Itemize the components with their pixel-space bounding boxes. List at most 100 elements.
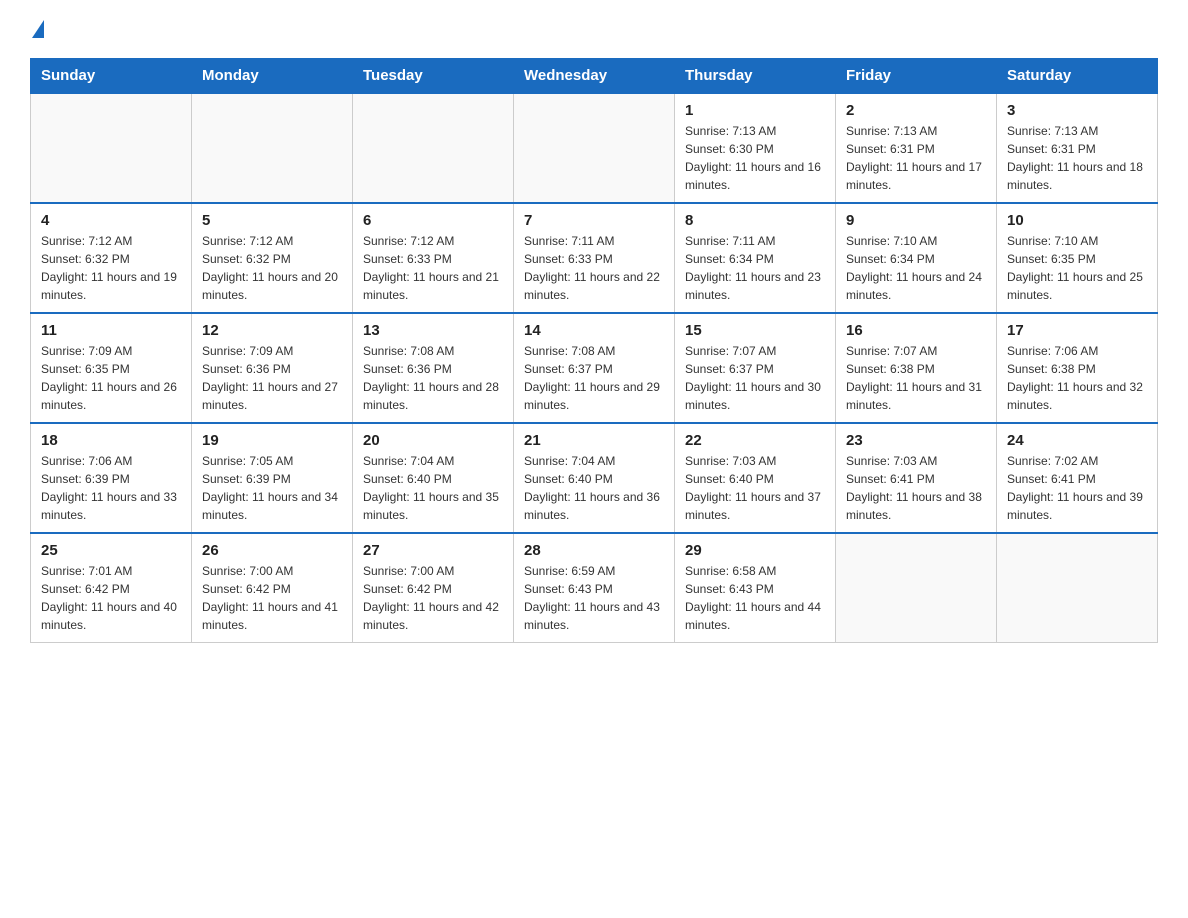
calendar-cell: 14 Sunrise: 7:08 AMSunset: 6:37 PMDayligh…: [514, 313, 675, 423]
calendar-cell: 8 Sunrise: 7:11 AMSunset: 6:34 PMDaylight…: [675, 203, 836, 313]
day-header-sunday: Sunday: [31, 59, 192, 94]
day-number: 1: [685, 102, 825, 119]
calendar-cell: 4 Sunrise: 7:12 AMSunset: 6:32 PMDaylight…: [31, 203, 192, 313]
day-number: 5: [202, 212, 342, 229]
day-number: 22: [685, 432, 825, 449]
calendar-week-row: 4 Sunrise: 7:12 AMSunset: 6:32 PMDaylight…: [31, 203, 1158, 313]
day-info: Sunrise: 7:02 AMSunset: 6:41 PMDaylight:…: [1007, 452, 1147, 524]
day-number: 24: [1007, 432, 1147, 449]
day-info: Sunrise: 7:04 AMSunset: 6:40 PMDaylight:…: [524, 452, 664, 524]
calendar-cell: 23 Sunrise: 7:03 AMSunset: 6:41 PMDayligh…: [836, 423, 997, 533]
calendar-cell: 28Sunrise: 6:59 AMSunset: 6:43 PMDayligh…: [514, 533, 675, 643]
calendar-week-row: 11 Sunrise: 7:09 AMSunset: 6:35 PMDayligh…: [31, 313, 1158, 423]
day-number: 2: [846, 102, 986, 119]
day-number: 17: [1007, 322, 1147, 339]
day-number: 21: [524, 432, 664, 449]
day-number: 29: [685, 542, 825, 559]
calendar-cell: 3 Sunrise: 7:13 AMSunset: 6:31 PMDaylight…: [997, 93, 1158, 203]
calendar-cell: 13Sunrise: 7:08 AMSunset: 6:36 PMDayligh…: [353, 313, 514, 423]
day-number: 9: [846, 212, 986, 229]
day-number: 14: [524, 322, 664, 339]
day-number: 15: [685, 322, 825, 339]
day-number: 16: [846, 322, 986, 339]
calendar-cell: 17 Sunrise: 7:06 AMSunset: 6:38 PMDayligh…: [997, 313, 1158, 423]
calendar-table: SundayMondayTuesdayWednesdayThursdayFrid…: [30, 58, 1158, 643]
day-number: 3: [1007, 102, 1147, 119]
calendar-cell: 15 Sunrise: 7:07 AMSunset: 6:37 PMDayligh…: [675, 313, 836, 423]
day-info: Sunrise: 7:09 AMSunset: 6:36 PMDaylight:…: [202, 342, 342, 414]
day-number: 23: [846, 432, 986, 449]
day-header-wednesday: Wednesday: [514, 59, 675, 94]
day-info: Sunrise: 7:00 AMSunset: 6:42 PMDaylight:…: [202, 562, 342, 634]
day-info: Sunrise: 7:11 AMSunset: 6:34 PMDaylight:…: [685, 232, 825, 304]
calendar-cell: 1 Sunrise: 7:13 AMSunset: 6:30 PMDaylight…: [675, 93, 836, 203]
calendar-week-row: 1 Sunrise: 7:13 AMSunset: 6:30 PMDaylight…: [31, 93, 1158, 203]
calendar-cell: 29Sunrise: 6:58 AMSunset: 6:43 PMDayligh…: [675, 533, 836, 643]
day-info: Sunrise: 7:13 AMSunset: 6:30 PMDaylight:…: [685, 122, 825, 194]
day-number: 20: [363, 432, 503, 449]
calendar-week-row: 25Sunrise: 7:01 AMSunset: 6:42 PMDayligh…: [31, 533, 1158, 643]
day-header-saturday: Saturday: [997, 59, 1158, 94]
day-number: 4: [41, 212, 181, 229]
calendar-cell: 24 Sunrise: 7:02 AMSunset: 6:41 PMDayligh…: [997, 423, 1158, 533]
calendar-cell: 19Sunrise: 7:05 AMSunset: 6:39 PMDayligh…: [192, 423, 353, 533]
day-info: Sunrise: 6:59 AMSunset: 6:43 PMDaylight:…: [524, 562, 664, 634]
day-info: Sunrise: 7:06 AMSunset: 6:39 PMDaylight:…: [41, 452, 181, 524]
calendar-cell: 25Sunrise: 7:01 AMSunset: 6:42 PMDayligh…: [31, 533, 192, 643]
logo: Blue: [30, 20, 46, 38]
day-header-friday: Friday: [836, 59, 997, 94]
calendar-cell: [353, 93, 514, 203]
calendar-cell: [836, 533, 997, 643]
day-info: Sunrise: 7:07 AMSunset: 6:37 PMDaylight:…: [685, 342, 825, 414]
day-info: Sunrise: 7:10 AMSunset: 6:34 PMDaylight:…: [846, 232, 986, 304]
calendar-cell: [192, 93, 353, 203]
calendar-cell: 10 Sunrise: 7:10 AMSunset: 6:35 PMDayligh…: [997, 203, 1158, 313]
day-number: 6: [363, 212, 503, 229]
calendar-header-row: SundayMondayTuesdayWednesdayThursdayFrid…: [31, 59, 1158, 94]
day-number: 12: [202, 322, 342, 339]
day-info: Sunrise: 7:06 AMSunset: 6:38 PMDaylight:…: [1007, 342, 1147, 414]
day-header-thursday: Thursday: [675, 59, 836, 94]
day-number: 25: [41, 542, 181, 559]
day-header-tuesday: Tuesday: [353, 59, 514, 94]
calendar-cell: 22 Sunrise: 7:03 AMSunset: 6:40 PMDayligh…: [675, 423, 836, 533]
calendar-cell: 9 Sunrise: 7:10 AMSunset: 6:34 PMDaylight…: [836, 203, 997, 313]
day-number: 11: [41, 322, 181, 339]
calendar-cell: 27Sunrise: 7:00 AMSunset: 6:42 PMDayligh…: [353, 533, 514, 643]
day-header-monday: Monday: [192, 59, 353, 94]
day-info: Sunrise: 7:07 AMSunset: 6:38 PMDaylight:…: [846, 342, 986, 414]
day-number: 7: [524, 212, 664, 229]
day-info: Sunrise: 7:03 AMSunset: 6:41 PMDaylight:…: [846, 452, 986, 524]
day-info: Sunrise: 7:10 AMSunset: 6:35 PMDaylight:…: [1007, 232, 1147, 304]
calendar-cell: 18 Sunrise: 7:06 AMSunset: 6:39 PMDayligh…: [31, 423, 192, 533]
calendar-cell: [31, 93, 192, 203]
logo-text: [30, 20, 46, 38]
calendar-cell: 12 Sunrise: 7:09 AMSunset: 6:36 PMDayligh…: [192, 313, 353, 423]
day-info: Sunrise: 7:08 AMSunset: 6:37 PMDaylight:…: [524, 342, 664, 414]
day-info: Sunrise: 7:12 AMSunset: 6:33 PMDaylight:…: [363, 232, 503, 304]
day-number: 13: [363, 322, 503, 339]
calendar-cell: 20 Sunrise: 7:04 AMSunset: 6:40 PMDayligh…: [353, 423, 514, 533]
calendar-week-row: 18 Sunrise: 7:06 AMSunset: 6:39 PMDayligh…: [31, 423, 1158, 533]
day-number: 8: [685, 212, 825, 229]
day-number: 18: [41, 432, 181, 449]
calendar-cell: 16 Sunrise: 7:07 AMSunset: 6:38 PMDayligh…: [836, 313, 997, 423]
day-info: Sunrise: 7:13 AMSunset: 6:31 PMDaylight:…: [1007, 122, 1147, 194]
calendar-cell: 7 Sunrise: 7:11 AMSunset: 6:33 PMDaylight…: [514, 203, 675, 313]
calendar-cell: 11 Sunrise: 7:09 AMSunset: 6:35 PMDayligh…: [31, 313, 192, 423]
day-info: Sunrise: 7:12 AMSunset: 6:32 PMDaylight:…: [41, 232, 181, 304]
day-number: 10: [1007, 212, 1147, 229]
calendar-cell: 21 Sunrise: 7:04 AMSunset: 6:40 PMDayligh…: [514, 423, 675, 533]
day-info: Sunrise: 7:09 AMSunset: 6:35 PMDaylight:…: [41, 342, 181, 414]
day-info: Sunrise: 7:13 AMSunset: 6:31 PMDaylight:…: [846, 122, 986, 194]
day-info: Sunrise: 7:05 AMSunset: 6:39 PMDaylight:…: [202, 452, 342, 524]
calendar-cell: 2 Sunrise: 7:13 AMSunset: 6:31 PMDaylight…: [836, 93, 997, 203]
day-info: Sunrise: 7:11 AMSunset: 6:33 PMDaylight:…: [524, 232, 664, 304]
calendar-cell: 5Sunrise: 7:12 AMSunset: 6:32 PMDaylight…: [192, 203, 353, 313]
day-number: 26: [202, 542, 342, 559]
logo-triangle-icon: [32, 20, 44, 38]
calendar-cell: [997, 533, 1158, 643]
calendar-cell: 6 Sunrise: 7:12 AMSunset: 6:33 PMDaylight…: [353, 203, 514, 313]
day-info: Sunrise: 7:04 AMSunset: 6:40 PMDaylight:…: [363, 452, 503, 524]
day-info: Sunrise: 7:03 AMSunset: 6:40 PMDaylight:…: [685, 452, 825, 524]
